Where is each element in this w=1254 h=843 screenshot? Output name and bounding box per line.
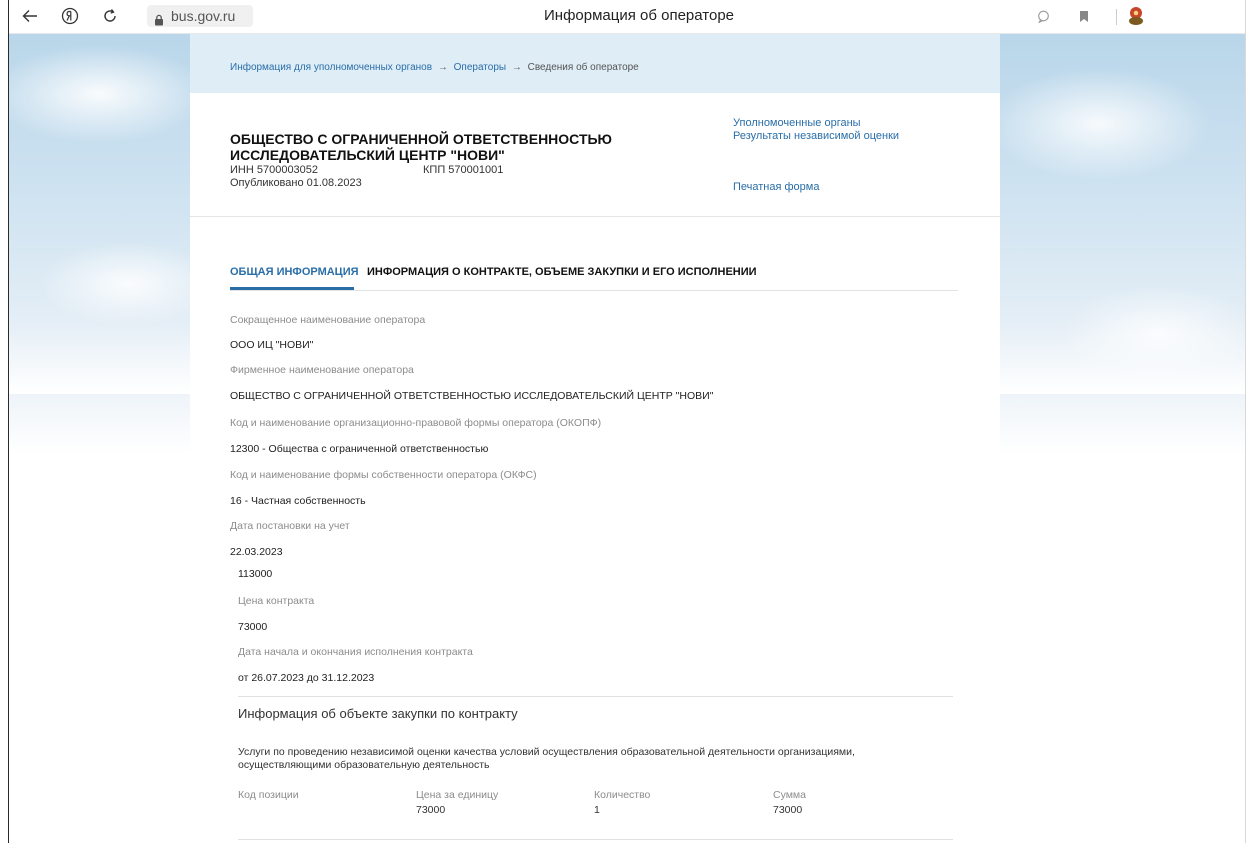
inn-value: ИНН 5700003052 <box>230 164 319 176</box>
purchase-description: Услуги по проведению независимой оценки … <box>238 746 855 771</box>
url-text: bus.gov.ru <box>171 8 236 24</box>
tab-contract-info[interactable]: ИНФОРМАЦИЯ О КОНТРАКТЕ, ОБЪЕМЕ ЗАКУПКИ И… <box>367 266 757 278</box>
toolbar-separator <box>1116 9 1117 25</box>
table-header-unit-price: Цена за единицу <box>416 789 499 801</box>
kpp-value: КПП 570001001 <box>423 164 504 176</box>
field-label-registration-date: Дата постановки на учет <box>230 520 350 532</box>
field-value-contract-dates: от 26.07.2023 до 31.12.2023 <box>238 672 375 684</box>
field-value-short-name: ООО ИЦ "НОВИ" <box>230 339 314 351</box>
table-cell-sum: 73000 <box>773 804 803 816</box>
field-label-contract-dates: Дата начала и окончания исполнения контр… <box>238 646 473 658</box>
active-tab-indicator <box>230 287 354 290</box>
field-value-brand-name: ОБЩЕСТВО С ОГРАНИЧЕННОЙ ОТВЕТСТВЕННОСТЬЮ… <box>230 390 714 402</box>
field-label-contract-price: Цена контракта <box>238 595 315 607</box>
field-value-okopf: 12300 - Общества с ограниченной ответств… <box>230 443 489 455</box>
browser-toolbar: bus.gov.ru Информация об операторе <box>9 0 1245 34</box>
field-value-okfs: 16 - Частная собственность <box>230 495 366 507</box>
yandex-logo-icon[interactable] <box>59 6 81 26</box>
browser-page-title: Информация об операторе <box>544 7 734 24</box>
table-cell-unit-price: 73000 <box>416 804 446 816</box>
table-header-sum: Сумма <box>773 789 806 801</box>
address-bar[interactable]: bus.gov.ru <box>147 5 253 27</box>
chat-bubble-icon[interactable] <box>1034 6 1052 26</box>
purchase-section-title: Информация об объекте закупки по контрак… <box>238 706 518 721</box>
page-title: ОБЩЕСТВО С ОГРАНИЧЕННОЙ ОТВЕТСТВЕННОСТЬЮ… <box>230 131 612 163</box>
bookmark-icon[interactable] <box>1075 6 1093 26</box>
side-links: Уполномоченные органы Результаты независ… <box>733 117 899 143</box>
field-label-brand-name: Фирменное наименование оператора <box>230 364 414 376</box>
table-cell-quantity: 1 <box>594 804 600 816</box>
field-value-contract-price: 73000 <box>238 621 268 633</box>
frame-right-edge <box>1245 0 1246 843</box>
link-independent-assessment-results[interactable]: Результаты независимой оценки <box>733 130 899 143</box>
content-panel: Информация для уполномоченных органов → … <box>190 34 1000 843</box>
header-divider <box>190 216 1000 217</box>
contract-amount-top: 113000 <box>238 568 273 580</box>
tab-bar: ОБЩАЯ ИНФОРМАЦИЯ ИНФОРМАЦИЯ О КОНТРАКТЕ,… <box>230 266 958 291</box>
link-authorized-bodies[interactable]: Уполномоченные органы <box>733 117 899 130</box>
table-bottom-divider <box>238 839 953 840</box>
breadcrumb-current: Сведения об операторе <box>527 62 639 73</box>
field-label-okopf: Код и наименование организационно-правов… <box>230 417 602 429</box>
breadcrumb: Информация для уполномоченных органов → … <box>230 62 639 73</box>
field-label-short-name: Сокращенное наименование оператора <box>230 314 426 326</box>
field-value-registration-date: 22.03.2023 <box>230 546 283 558</box>
table-header-quantity: Количество <box>594 789 651 801</box>
extension-icon[interactable] <box>1124 6 1148 26</box>
tab-general-info[interactable]: ОБЩАЯ ИНФОРМАЦИЯ <box>230 266 359 278</box>
breadcrumb-link-authorities-info[interactable]: Информация для уполномоченных органов <box>230 62 432 73</box>
breadcrumb-separator: → <box>511 62 522 73</box>
breadcrumb-separator: → <box>437 62 448 73</box>
section-divider <box>238 696 953 697</box>
link-print-form[interactable]: Печатная форма <box>733 181 819 193</box>
breadcrumb-link-operators[interactable]: Операторы <box>454 62 506 73</box>
lock-icon <box>154 10 164 26</box>
table-header-position-code: Код позиции <box>238 789 299 801</box>
breadcrumb-band: Информация для уполномоченных органов → … <box>190 34 1000 93</box>
field-label-okfs: Код и наименование формы собственности о… <box>230 469 537 481</box>
back-arrow-icon[interactable] <box>19 6 41 26</box>
published-date: Опубликовано 01.08.2023 <box>230 177 362 189</box>
reload-icon[interactable] <box>99 6 121 26</box>
